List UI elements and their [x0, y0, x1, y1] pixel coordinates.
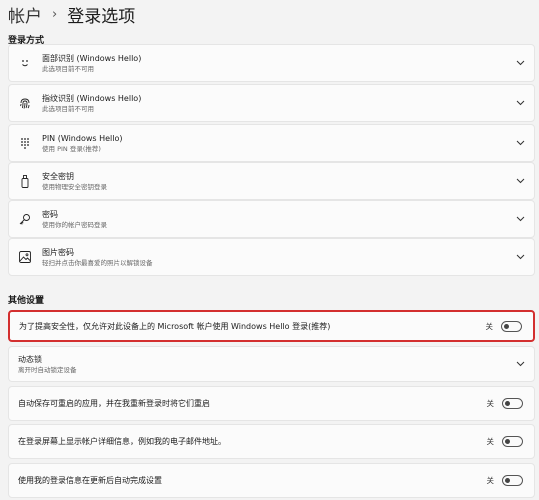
picture-icon: [18, 250, 32, 264]
setting-label: 使用我的登录信息在更新后自动完成设置: [18, 476, 162, 485]
auto-finish-setup-setting: 使用我的登录信息在更新后自动完成设置 关: [8, 463, 535, 498]
card-subtitle: 此选项目前不可用: [42, 64, 94, 73]
account-details-setting: 在登录屏幕上显示帐户详细信息，例如我的电子邮件地址。 关: [8, 424, 535, 459]
breadcrumb-parent-link[interactable]: 帐户: [8, 2, 42, 27]
card-title: PIN (Windows Hello): [42, 133, 123, 143]
dynamic-lock-card[interactable]: 动态锁 离开时自动锁定设备: [8, 346, 535, 382]
breadcrumb: 帐户 › 登录选项: [8, 0, 135, 28]
chevron-down-icon[interactable]: [515, 138, 525, 148]
chevron-down-icon[interactable]: [515, 252, 525, 262]
pin-keypad-icon: [18, 136, 32, 150]
card-subtitle: 使用物理安全密钥登录: [42, 182, 107, 191]
toggle-state-label: 关: [485, 321, 494, 331]
chevron-down-icon[interactable]: [515, 58, 525, 68]
key-icon: [18, 212, 32, 226]
restart-apps-setting: 自动保存可重启的应用，并在我重新登录时将它们重启 关: [8, 386, 535, 421]
card-subtitle: 轻扫并点击你最喜爱的照片以解锁设备: [42, 258, 153, 267]
face-icon: [18, 56, 32, 70]
chevron-down-icon[interactable]: [515, 176, 525, 186]
pin-card[interactable]: PIN (Windows Hello) 使用 PIN 登录(推荐): [8, 124, 535, 162]
security-key-icon: [18, 174, 32, 188]
card-title: 图片密码: [42, 247, 74, 257]
card-subtitle: 此选项目前不可用: [42, 104, 94, 113]
card-subtitle: 使用你的帐户密码登录: [42, 220, 107, 229]
card-title: 面部识别 (Windows Hello): [42, 53, 142, 63]
chevron-down-icon[interactable]: [515, 359, 525, 369]
card-subtitle: 离开时自动锁定设备: [18, 365, 77, 374]
restart-apps-toggle[interactable]: [502, 398, 523, 409]
card-title: 密码: [42, 209, 58, 219]
windows-hello-only-toggle[interactable]: [501, 320, 522, 332]
toggle-state-label: 关: [486, 437, 495, 446]
toggle-state-label: 关: [486, 476, 495, 485]
setting-label: 在登录屏幕上显示帐户详细信息，例如我的电子邮件地址。: [18, 437, 226, 446]
auto-finish-setup-toggle[interactable]: [502, 475, 523, 486]
toggle-state-label: 关: [486, 399, 495, 408]
security-key-card[interactable]: 安全密钥 使用物理安全密钥登录: [8, 162, 535, 200]
picture-password-card[interactable]: 图片密码 轻扫并点击你最喜爱的照片以解锁设备: [8, 238, 535, 276]
chevron-down-icon[interactable]: [515, 98, 525, 108]
card-title: 动态锁: [18, 354, 42, 364]
account-details-toggle[interactable]: [502, 436, 523, 447]
fingerprint-card[interactable]: 指纹识别 (Windows Hello) 此选项目前不可用: [8, 84, 535, 122]
setting-label: 为了提高安全性，仅允许对此设备上的 Microsoft 帐户使用 Windows…: [19, 321, 331, 331]
chevron-down-icon[interactable]: [515, 214, 525, 224]
fingerprint-icon: [18, 96, 32, 110]
page-title: 登录选项: [67, 6, 136, 27]
chevron-right-icon: ›: [52, 6, 58, 22]
face-recognition-card[interactable]: 面部识别 (Windows Hello) 此选项目前不可用: [8, 44, 535, 82]
other-settings-section-title: 其他设置: [8, 296, 45, 306]
card-subtitle: 使用 PIN 登录(推荐): [42, 144, 101, 153]
windows-hello-only-setting: 为了提高安全性，仅允许对此设备上的 Microsoft 帐户使用 Windows…: [8, 310, 535, 342]
setting-label: 自动保存可重启的应用，并在我重新登录时将它们重启: [18, 399, 210, 408]
card-title: 安全密钥: [42, 171, 74, 181]
card-title: 指纹识别 (Windows Hello): [42, 93, 142, 103]
password-card[interactable]: 密码 使用你的帐户密码登录: [8, 200, 535, 238]
